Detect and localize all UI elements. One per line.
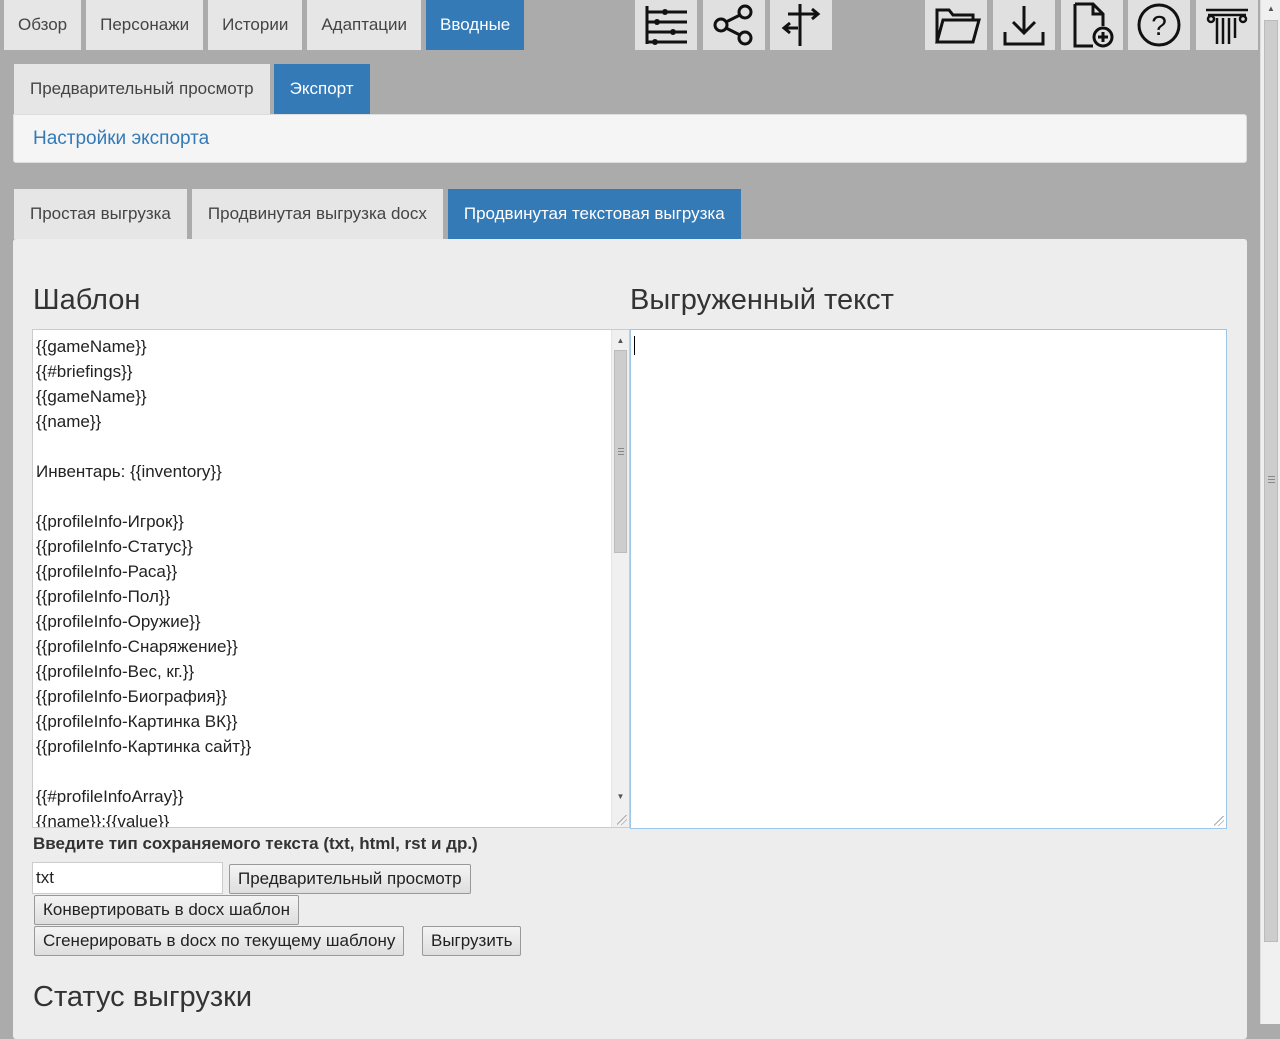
tab-preview[interactable]: Предварительный просмотр — [14, 64, 270, 114]
tab-export[interactable]: Экспорт — [273, 64, 370, 114]
template-line: {{name}}:{{value}} — [36, 812, 170, 828]
svg-text:?: ? — [1151, 10, 1167, 41]
template-text: {{gameName}} {{#briefings}} {{gameName}} {{… — [36, 334, 606, 828]
signpost-button[interactable] — [770, 0, 832, 50]
new-document-icon — [1073, 2, 1114, 48]
template-line: {{profileInfo-Оружие}} — [36, 612, 201, 631]
output-title: Выгруженный текст — [630, 284, 894, 316]
export-button[interactable]: Выгрузить — [422, 926, 522, 956]
page-scrollbar[interactable]: ▲ — [1260, 0, 1280, 1024]
main-nav: Обзор Персонажи Истории Адаптации Вводны… — [4, 0, 529, 50]
preview-button[interactable]: Предварительный просмотр — [229, 864, 471, 894]
timeline-icon — [645, 6, 687, 45]
export-settings-panel: Настройки экспорта — [13, 114, 1247, 163]
tab-stories[interactable]: Истории — [208, 0, 303, 50]
template-title: Шаблон — [33, 284, 141, 316]
column-logo-icon — [1206, 8, 1248, 44]
open-button[interactable] — [925, 0, 987, 50]
logo-button[interactable] — [1196, 0, 1258, 50]
tab-briefings[interactable]: Вводные — [426, 0, 525, 50]
status-title: Статус выгрузки — [33, 981, 253, 1013]
relations-button[interactable] — [703, 0, 765, 50]
text-caret — [634, 336, 635, 355]
resize-handle-icon[interactable] — [617, 815, 627, 825]
resize-handle-icon[interactable] — [1214, 816, 1224, 826]
new-document-button[interactable] — [1061, 0, 1123, 50]
download-button[interactable] — [993, 0, 1055, 50]
timeline-button[interactable] — [635, 0, 697, 50]
folder-open-icon — [935, 8, 981, 44]
template-line: {{profileInfo-Игрок}} — [36, 512, 184, 531]
tab-characters[interactable]: Персонажи — [86, 0, 204, 50]
template-line: {{profileInfo-Снаряжение}} — [36, 637, 238, 656]
template-line: Инвентарь: {{inventory}} — [36, 462, 222, 481]
file-type-label: Введите тип сохраняемого текста (txt, ht… — [33, 834, 478, 853]
help-icon: ? — [1137, 3, 1181, 47]
tab-adaptations[interactable]: Адаптации — [307, 0, 422, 50]
tab-advanced-docx-export[interactable]: Продвинутая выгрузка docx — [191, 189, 443, 239]
convert-docx-button[interactable]: Конвертировать в docx шаблон — [34, 895, 300, 925]
template-line — [36, 434, 606, 459]
template-line: {{#profileInfoArray}} — [36, 787, 184, 806]
template-scrollbar[interactable]: ▲ ▼ — [611, 330, 629, 827]
template-line: {{gameName}} — [36, 337, 147, 356]
tab-simple-export[interactable]: Простая выгрузка — [14, 189, 187, 239]
template-line: {{profileInfo-Биография}} — [36, 687, 227, 706]
signpost-icon — [781, 4, 821, 46]
export-mode-tabs: Простая выгрузка Продвинутая выгрузка do… — [14, 189, 746, 239]
template-line: {{profileInfo-Картинка ВК}} — [36, 712, 238, 731]
template-line: {{#briefings}} — [36, 362, 133, 381]
template-line: {{name}} — [36, 412, 102, 431]
template-line — [36, 759, 606, 784]
share-network-icon — [713, 4, 753, 46]
scroll-up-arrow-icon[interactable]: ▲ — [1267, 4, 1275, 13]
help-button[interactable]: ? — [1128, 0, 1190, 50]
template-line: {{profileInfo-Вес, кг.}} — [36, 662, 195, 681]
scroll-down-arrow-icon[interactable]: ▼ — [612, 788, 629, 805]
generate-docx-button[interactable]: Сгенерировать в docx по текущему шаблону — [34, 926, 405, 956]
template-line: {{profileInfo-Пол}} — [36, 587, 171, 606]
briefings-subnav: Предварительный просмотр Экспорт — [14, 64, 374, 114]
file-type-input[interactable] — [32, 862, 223, 894]
tab-advanced-text-export[interactable]: Продвинутая текстовая выгрузка — [447, 189, 741, 239]
page-scrollbar-thumb[interactable] — [1264, 20, 1278, 942]
tab-overview[interactable]: Обзор — [4, 0, 82, 50]
template-line: {{gameName}} — [36, 387, 147, 406]
scrollbar-thumb[interactable] — [614, 350, 627, 553]
template-line — [36, 484, 606, 509]
template-line: {{profileInfo-Раса}} — [36, 562, 178, 581]
download-icon — [1003, 6, 1045, 46]
scroll-up-arrow-icon[interactable]: ▲ — [612, 332, 629, 349]
template-line: {{profileInfo-Картинка сайт}} — [36, 737, 252, 756]
template-line: {{profileInfo-Статус}} — [36, 537, 193, 556]
export-settings-link[interactable]: Настройки экспорта — [33, 128, 209, 150]
output-textarea[interactable] — [630, 329, 1227, 829]
template-textarea[interactable]: {{gameName}} {{#briefings}} {{gameName}} {{… — [32, 329, 630, 828]
